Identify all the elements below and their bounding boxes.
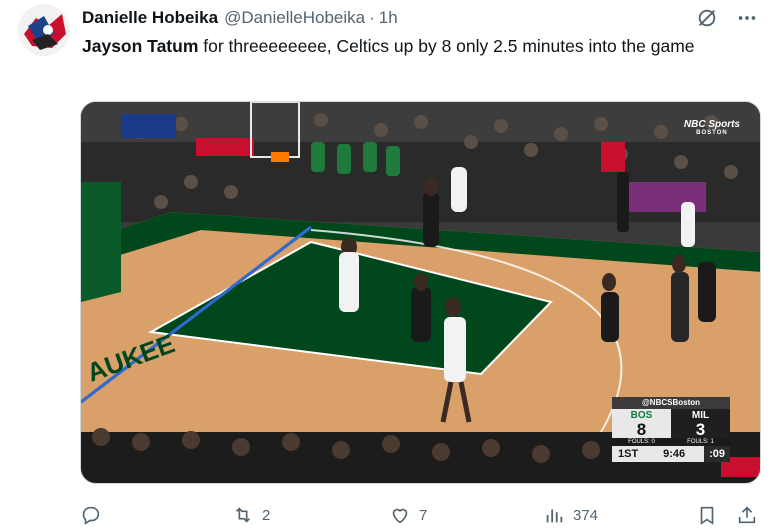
away-score: 3 — [695, 420, 706, 439]
tweet-media-video[interactable]: AUKEE NBC Sports BOSTON @NBCSBoston BOS … — [80, 101, 761, 484]
scorebug-home: BOS 8 FOULS: 0 — [612, 409, 671, 446]
tweet-time[interactable]: 1h — [379, 8, 398, 28]
home-score: 8 — [636, 420, 647, 439]
more-icon[interactable] — [735, 6, 759, 30]
display-name[interactable]: Danielle Hobeika — [82, 8, 218, 28]
views-button[interactable]: 374 — [543, 502, 598, 528]
bookmark-button[interactable] — [696, 502, 718, 528]
game-period: 1ST — [618, 448, 639, 460]
tweet-actions: 2 7 374 — [80, 502, 760, 528]
tweet-text-body: for threeeeeeee, Celtics up by 8 only 2.… — [198, 36, 695, 56]
scorebug: @NBCSBoston BOS 8 FOULS: 0 MIL 3 FOULS: … — [612, 397, 730, 462]
views-icon — [546, 509, 563, 523]
reply-button[interactable] — [80, 502, 102, 528]
share-icon — [738, 506, 756, 524]
share-button[interactable] — [736, 502, 758, 528]
heart-icon — [392, 508, 408, 524]
bookmark-icon — [700, 506, 714, 525]
scorebug-teams: BOS 8 FOULS: 0 MIL 3 FOULS: 1 — [612, 409, 730, 446]
avatar-image — [18, 4, 70, 56]
retweet-icon — [235, 507, 251, 523]
tweet-text-mention[interactable]: Jayson Tatum — [82, 36, 198, 56]
away-fouls: FOULS: 1 — [671, 438, 730, 446]
like-count: 7 — [419, 506, 428, 524]
scorebug-network: @NBCSBoston — [612, 397, 730, 409]
reply-icon — [82, 506, 100, 525]
scorebug-away: MIL 3 FOULS: 1 — [671, 409, 730, 446]
grok-icon[interactable] — [695, 6, 719, 30]
user-handle[interactable]: @DanielleHobeika — [224, 8, 365, 28]
header-actions — [695, 6, 759, 30]
shot-clock: :09 — [704, 446, 730, 462]
tweet-text: Jayson Tatum for threeeeeeee, Celtics up… — [82, 34, 762, 59]
scorebug-clock-row: 1ST 9:46 :09 — [612, 446, 730, 462]
views-count: 374 — [573, 506, 599, 524]
game-clock: 9:46 — [663, 448, 686, 460]
tweet-header: Danielle Hobeika @DanielleHobeika · 1h — [82, 6, 759, 30]
broadcaster-name: NBC Sports — [683, 119, 740, 130]
avatar[interactable] — [18, 4, 70, 56]
home-fouls: FOULS: 0 — [612, 438, 671, 446]
broadcaster-sub: BOSTON — [696, 130, 728, 136]
like-button[interactable]: 7 — [389, 502, 427, 528]
separator-dot: · — [369, 8, 375, 27]
broadcaster-logo: NBC Sports BOSTON — [684, 120, 740, 138]
retweet-button[interactable]: 2 — [232, 502, 270, 528]
retweet-count: 2 — [262, 506, 271, 524]
